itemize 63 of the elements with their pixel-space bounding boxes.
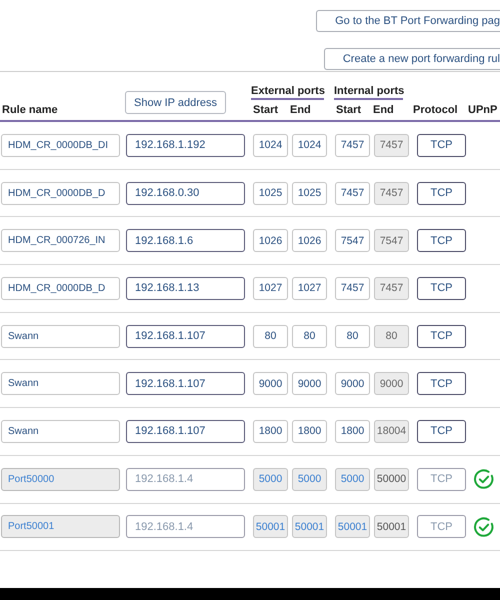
- port-field[interactable]: 1026: [292, 229, 327, 252]
- column-header: Start: [252, 104, 280, 116]
- rule-name-field[interactable]: Swann: [1, 420, 120, 443]
- action-button[interactable]: Go to the BT Port Forwarding pag: [316, 10, 500, 32]
- port-field[interactable]: 1800: [335, 420, 370, 443]
- ip-address-field[interactable]: 192.168.1.6: [126, 229, 245, 252]
- protocol-button[interactable]: TCP: [417, 372, 466, 396]
- column-header: UPnP: [468, 104, 498, 116]
- action-button[interactable]: Create a new port forwarding rul: [324, 48, 500, 70]
- rule-name-field[interactable]: Swann: [1, 324, 120, 348]
- port-field[interactable]: 7457: [374, 182, 409, 205]
- port-field[interactable]: 50000: [374, 468, 409, 491]
- port-field[interactable]: 1026: [253, 229, 288, 252]
- port-field[interactable]: 9000: [292, 372, 327, 396]
- column-group-header: External ports: [251, 85, 324, 100]
- port-field[interactable]: 1800: [253, 420, 288, 443]
- port-field[interactable]: 1024: [253, 134, 288, 157]
- protocol-button[interactable]: TCP: [417, 276, 466, 300]
- port-field[interactable]: 7457: [335, 182, 370, 205]
- port-field[interactable]: 1027: [253, 276, 288, 300]
- rule-name-field[interactable]: HDM_CR_0000DB_D: [1, 182, 120, 205]
- port-field[interactable]: 1027: [292, 276, 327, 300]
- port-field[interactable]: 1800: [292, 420, 327, 443]
- port-field[interactable]: 7457: [374, 134, 409, 157]
- ip-address-field[interactable]: 192.168.1.107: [126, 324, 245, 348]
- port-field[interactable]: 80: [374, 324, 409, 348]
- ip-address-field[interactable]: 192.168.1.13: [126, 276, 245, 300]
- port-field[interactable]: 9000: [335, 372, 370, 396]
- column-group-header: Internal ports: [334, 85, 403, 100]
- protocol-button[interactable]: TCP: [417, 420, 466, 443]
- port-field[interactable]: 7547: [374, 229, 409, 252]
- port-field[interactable]: 1024: [292, 134, 327, 157]
- port-field[interactable]: 80: [292, 324, 327, 348]
- column-header: Start: [335, 104, 362, 116]
- ip-address-field[interactable]: 192.168.1.107: [126, 420, 245, 443]
- port-field[interactable]: 1025: [292, 182, 327, 205]
- port-field[interactable]: 7547: [335, 229, 370, 252]
- rule-name-field[interactable]: Swann: [1, 372, 120, 396]
- rule-name-field[interactable]: HDM_CR_0000DB_D: [1, 276, 120, 300]
- protocol-button[interactable]: TCP: [417, 229, 466, 252]
- rule-name-field[interactable]: HDM_CR_0000DB_DI: [1, 134, 120, 157]
- port-field[interactable]: 9000: [253, 372, 288, 396]
- port-field[interactable]: 1025: [253, 182, 288, 205]
- protocol-button[interactable]: TCP: [417, 134, 466, 157]
- show-ip-button[interactable]: Show IP address: [125, 91, 226, 114]
- rule-name-field[interactable]: HDM_CR_000726_IN: [1, 229, 120, 252]
- port-field[interactable]: 80: [253, 324, 288, 348]
- port-field[interactable]: 9000: [374, 372, 409, 396]
- port-field[interactable]: 80: [335, 324, 370, 348]
- ip-address-field[interactable]: 192.168.0.30: [126, 182, 245, 205]
- port-field[interactable]: 7457: [335, 276, 370, 300]
- column-header: Rule name: [1, 104, 59, 116]
- ip-address-field[interactable]: 192.168.1.192: [126, 134, 245, 157]
- column-header: Protocol: [413, 104, 459, 116]
- port-field[interactable]: 7457: [335, 134, 370, 157]
- column-header: End: [290, 104, 311, 116]
- port-field[interactable]: 7457: [374, 276, 409, 300]
- protocol-button[interactable]: TCP: [417, 324, 466, 348]
- port-field[interactable]: 50001: [374, 515, 409, 538]
- column-header: End: [373, 104, 394, 116]
- port-field[interactable]: 18004: [374, 420, 409, 443]
- protocol-button[interactable]: TCP: [417, 182, 466, 205]
- ip-address-field[interactable]: 192.168.1.107: [126, 372, 245, 396]
